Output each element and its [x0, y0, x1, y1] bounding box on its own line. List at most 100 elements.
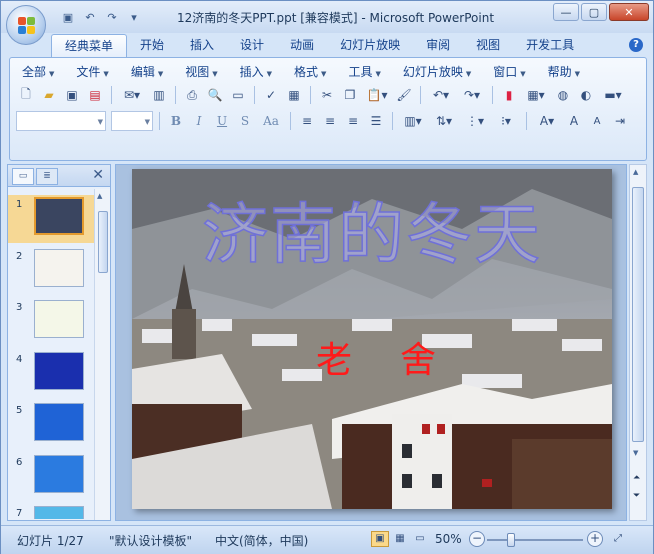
format-painter-icon[interactable]: 🖌 [394, 85, 414, 105]
slide-scrollbar[interactable]: ▲ ▼ ⏶ ⏷ [629, 164, 647, 521]
outline-tab-icon[interactable]: ≣ [36, 168, 58, 185]
slide-thumbnail[interactable]: 4 [8, 350, 94, 398]
menu-item[interactable]: 格式 ▼ [290, 64, 332, 80]
close-icon[interactable]: ✕ [92, 167, 104, 183]
grow-font-icon[interactable]: A [564, 111, 584, 131]
numbering-icon[interactable]: ⋮▾ [461, 111, 489, 131]
save-icon[interactable]: ▣ [62, 85, 82, 105]
justify-icon[interactable]: ☰ [366, 111, 386, 131]
slide-thumbnail[interactable]: 6 [8, 453, 94, 501]
research-icon[interactable]: ▭ [228, 85, 248, 105]
ribbon-tab[interactable]: 审阅 [413, 34, 463, 58]
ribbon-tab[interactable]: 设计 [227, 34, 277, 58]
ribbon-tab[interactable]: 经典菜单 [51, 34, 128, 58]
zoom-icon[interactable]: ▬▾ [599, 85, 627, 105]
slide-canvas[interactable]: 济南的冬天 老舍 [132, 169, 612, 509]
slide-author[interactable]: 老舍 [316, 331, 484, 383]
normal-view-icon[interactable]: ▣ [371, 531, 389, 547]
redo-icon[interactable]: ↷▾ [458, 85, 486, 105]
ribbon-tab[interactable]: 动画 [277, 34, 327, 58]
save-icon[interactable]: ▣ [59, 9, 77, 25]
office-button[interactable] [6, 5, 46, 45]
underline-button[interactable]: U [212, 111, 232, 131]
text-direction-icon[interactable]: ⇅▾ [430, 111, 458, 131]
print-icon[interactable]: ⎙ [182, 85, 202, 105]
menu-item[interactable]: 窗口 ▼ [489, 64, 531, 80]
slide-thumbnail[interactable]: 3 [8, 298, 94, 346]
align-right-icon[interactable]: ≡ [343, 111, 363, 131]
italic-button[interactable]: I [189, 111, 209, 131]
bold-button[interactable]: B [166, 111, 186, 131]
zoom-in-icon[interactable]: + [587, 531, 603, 547]
email-icon[interactable]: ✉▾ [118, 85, 146, 105]
color-grayscale-icon[interactable]: ◐ [576, 85, 596, 105]
table-icon[interactable]: ▦▾ [522, 85, 550, 105]
menu-item[interactable]: 编辑 ▼ [127, 64, 169, 80]
ribbon-tab[interactable]: 开始 [127, 34, 177, 58]
theme-name[interactable]: "默认设计模板" [109, 532, 192, 549]
publish-icon[interactable]: ▥ [149, 85, 169, 105]
indent-icon[interactable]: ⇥ [610, 111, 630, 131]
print-preview-icon[interactable]: 🔍 [205, 85, 225, 105]
slide-thumbnail[interactable]: 7 [8, 504, 94, 519]
ribbon-tab[interactable]: 视图 [463, 34, 513, 58]
zoom-slider-thumb[interactable] [507, 533, 515, 547]
language-indicator[interactable]: 中文(简体，中国) [215, 532, 308, 549]
scroll-up-icon[interactable]: ▲ [633, 168, 638, 176]
ribbon-tab[interactable]: 幻灯片放映 [327, 34, 413, 58]
font-color-icon[interactable]: A▾ [533, 111, 561, 131]
ribbon-tab[interactable]: 插入 [177, 34, 227, 58]
slide-show-icon[interactable]: ▭ [411, 531, 429, 547]
undo-icon[interactable]: ↶ [81, 9, 99, 25]
slide-thumbnail[interactable]: 5 [8, 401, 94, 449]
menu-item[interactable]: 帮助 ▼ [544, 64, 586, 80]
zoom-slider[interactable] [487, 539, 583, 541]
redo-icon[interactable]: ↷ [103, 9, 121, 25]
menu-item[interactable]: 工具 ▼ [344, 64, 386, 80]
new-file-icon[interactable]: 🗋 [16, 85, 36, 105]
minimize-icon[interactable]: — [553, 3, 579, 21]
permission-icon[interactable]: ▤ [85, 85, 105, 105]
shadow-button[interactable]: S [235, 111, 255, 131]
close-icon[interactable]: ✕ [609, 3, 649, 21]
fit-to-window-icon[interactable]: ⤢ [609, 531, 627, 547]
menu-item[interactable]: 视图 ▼ [181, 64, 223, 80]
grid-icon[interactable]: ◍ [553, 85, 573, 105]
align-left-icon[interactable]: ≡ [297, 111, 317, 131]
next-slide-icon[interactable]: ⏷ [633, 491, 640, 501]
menu-item[interactable]: 插入 ▼ [236, 64, 278, 80]
menu-item[interactable]: 幻灯片放映 ▼ [399, 64, 477, 80]
previous-slide-icon[interactable]: ⏶ [633, 473, 640, 483]
font-size-combo[interactable]: ▼ [111, 111, 153, 131]
slide-thumbnail[interactable]: 2 [8, 247, 94, 295]
help-icon[interactable]: ? [629, 38, 643, 52]
spelling-icon[interactable]: ✓ [261, 85, 281, 105]
scroll-down-icon[interactable]: ▼ [633, 449, 638, 457]
scrollbar-thumb[interactable] [632, 187, 644, 442]
slides-tab-icon[interactable]: ▭ [12, 168, 34, 185]
align-center-icon[interactable]: ≡ [320, 111, 340, 131]
paste-icon[interactable]: 📋▾ [363, 85, 391, 105]
columns-icon[interactable]: ▥▾ [399, 111, 427, 131]
customize-qat-icon[interactable]: ▾ [125, 9, 143, 25]
zoom-out-icon[interactable]: − [469, 531, 485, 547]
open-folder-icon[interactable]: ▰ [39, 85, 59, 105]
zoom-level[interactable]: 50% [435, 532, 462, 546]
ribbon-tab[interactable]: 开发工具 [513, 34, 587, 58]
change-case-button[interactable]: Aa [258, 111, 284, 131]
research-book-icon[interactable]: ▦ [284, 85, 304, 105]
thumbnail-scrollbar[interactable]: ▲ [94, 189, 110, 520]
chart-icon[interactable]: ▮ [499, 85, 519, 105]
cut-icon[interactable]: ✂ [317, 85, 337, 105]
copy-icon[interactable]: ❐ [340, 85, 360, 105]
shrink-font-icon[interactable]: A [587, 111, 607, 131]
menu-item[interactable]: 全部 ▼ [18, 64, 60, 80]
menu-item[interactable]: 文件 ▼ [72, 64, 114, 80]
font-name-combo[interactable]: ▼ [16, 111, 106, 131]
slide-thumbnail[interactable]: 1 [8, 195, 94, 243]
slide-title[interactable]: 济南的冬天 [132, 195, 612, 275]
maximize-icon[interactable]: ▢ [581, 3, 607, 21]
slide-sorter-icon[interactable]: ▦ [391, 531, 409, 547]
undo-icon[interactable]: ↶▾ [427, 85, 455, 105]
scrollbar-thumb[interactable] [98, 211, 108, 273]
